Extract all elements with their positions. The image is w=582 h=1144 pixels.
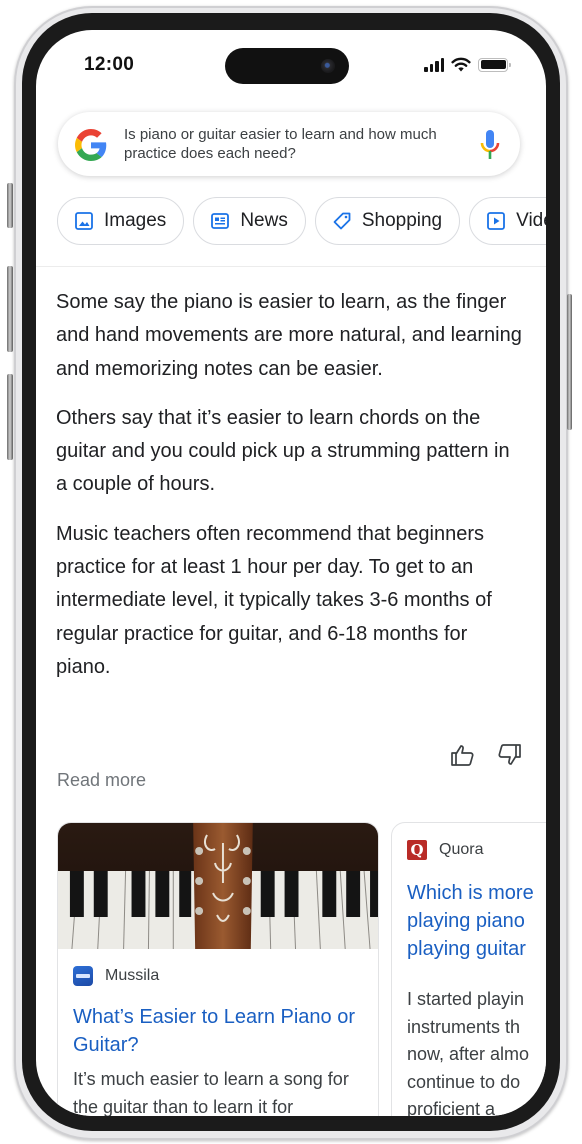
result-snippet: I started playin instruments th now, aft… (407, 986, 546, 1116)
chip-label: Shopping (361, 210, 443, 231)
tag-icon (333, 212, 351, 230)
ai-answer: Some say the piano is easier to learn, a… (56, 286, 524, 700)
result-card[interactable]: Mussila What’s Easier to Learn Piano or … (57, 822, 379, 1116)
result-title-link[interactable]: Which is more playing piano playing guit… (407, 879, 546, 963)
thumbs-down-icon[interactable] (496, 743, 522, 767)
feedback-buttons (450, 743, 522, 767)
status-icons (424, 57, 511, 72)
power-button (567, 294, 572, 430)
thumbs-up-icon[interactable] (450, 743, 476, 767)
divider (36, 266, 546, 267)
title-line: playing guitar (407, 938, 526, 960)
result-source: Mussila (73, 966, 159, 986)
google-g-logo (75, 129, 107, 161)
chip-label: News (240, 210, 288, 231)
camera-icon (321, 59, 335, 73)
snippet-line: now, after almo (407, 1044, 530, 1064)
title-line: playing piano (407, 910, 525, 932)
volume-down-button (7, 374, 13, 460)
status-bar: 12:00 (36, 30, 546, 100)
chip-videos[interactable]: Videos (469, 197, 546, 245)
snippet-line: continue to do (407, 1071, 521, 1092)
phone-screen: 12:00 Is piano or guitar easier to learn… (36, 30, 546, 1116)
result-source: Q Quora (407, 840, 483, 860)
battery-icon (478, 57, 511, 72)
cellular-signal-icon (424, 57, 444, 72)
dynamic-island (225, 48, 349, 84)
chip-news[interactable]: News (193, 197, 306, 245)
read-more-link[interactable]: Read more (57, 770, 146, 791)
source-name: Mussila (105, 967, 160, 984)
quora-favicon-icon: Q (407, 840, 427, 860)
answer-paragraph: Music teachers often recommend that begi… (56, 522, 492, 678)
chip-label: Images (104, 210, 167, 231)
source-name: Quora (439, 841, 484, 858)
wifi-icon (451, 57, 471, 72)
title-line: Which is more (407, 882, 534, 904)
newspaper-icon (211, 213, 230, 229)
volume-up-button (7, 266, 13, 352)
snippet-line: proficient a (407, 1099, 496, 1116)
snippet-line: instruments th (407, 1016, 521, 1037)
snippet-line: I started playin (407, 989, 525, 1009)
result-card[interactable]: Q Quora Which is more playing piano play… (391, 822, 546, 1116)
chip-shopping[interactable]: Shopping (314, 197, 461, 245)
status-time: 12:00 (84, 54, 135, 75)
answer-paragraph: Others say that it’s easier to learn cho… (56, 406, 510, 496)
mussila-favicon-icon (73, 966, 93, 986)
answer-paragraph: Some say the piano is easier to learn, a… (56, 291, 522, 380)
search-filter-chips: Images News Shopping Videos (57, 197, 546, 245)
action-button (7, 183, 13, 228)
chip-label: Videos (516, 210, 546, 231)
chip-images[interactable]: Images (57, 197, 185, 245)
play-icon (487, 212, 506, 230)
search-box[interactable]: Is piano or guitar easier to learn and h… (58, 112, 520, 176)
result-thumbnail (58, 823, 378, 949)
result-snippet: It’s much easier to learn a song for the… (73, 1069, 349, 1116)
image-icon (75, 212, 93, 230)
result-title-link[interactable]: What’s Easier to Learn Piano or Guitar? (73, 1003, 373, 1059)
search-query-text[interactable]: Is piano or guitar easier to learn and h… (124, 125, 464, 163)
microphone-icon[interactable] (480, 129, 500, 161)
